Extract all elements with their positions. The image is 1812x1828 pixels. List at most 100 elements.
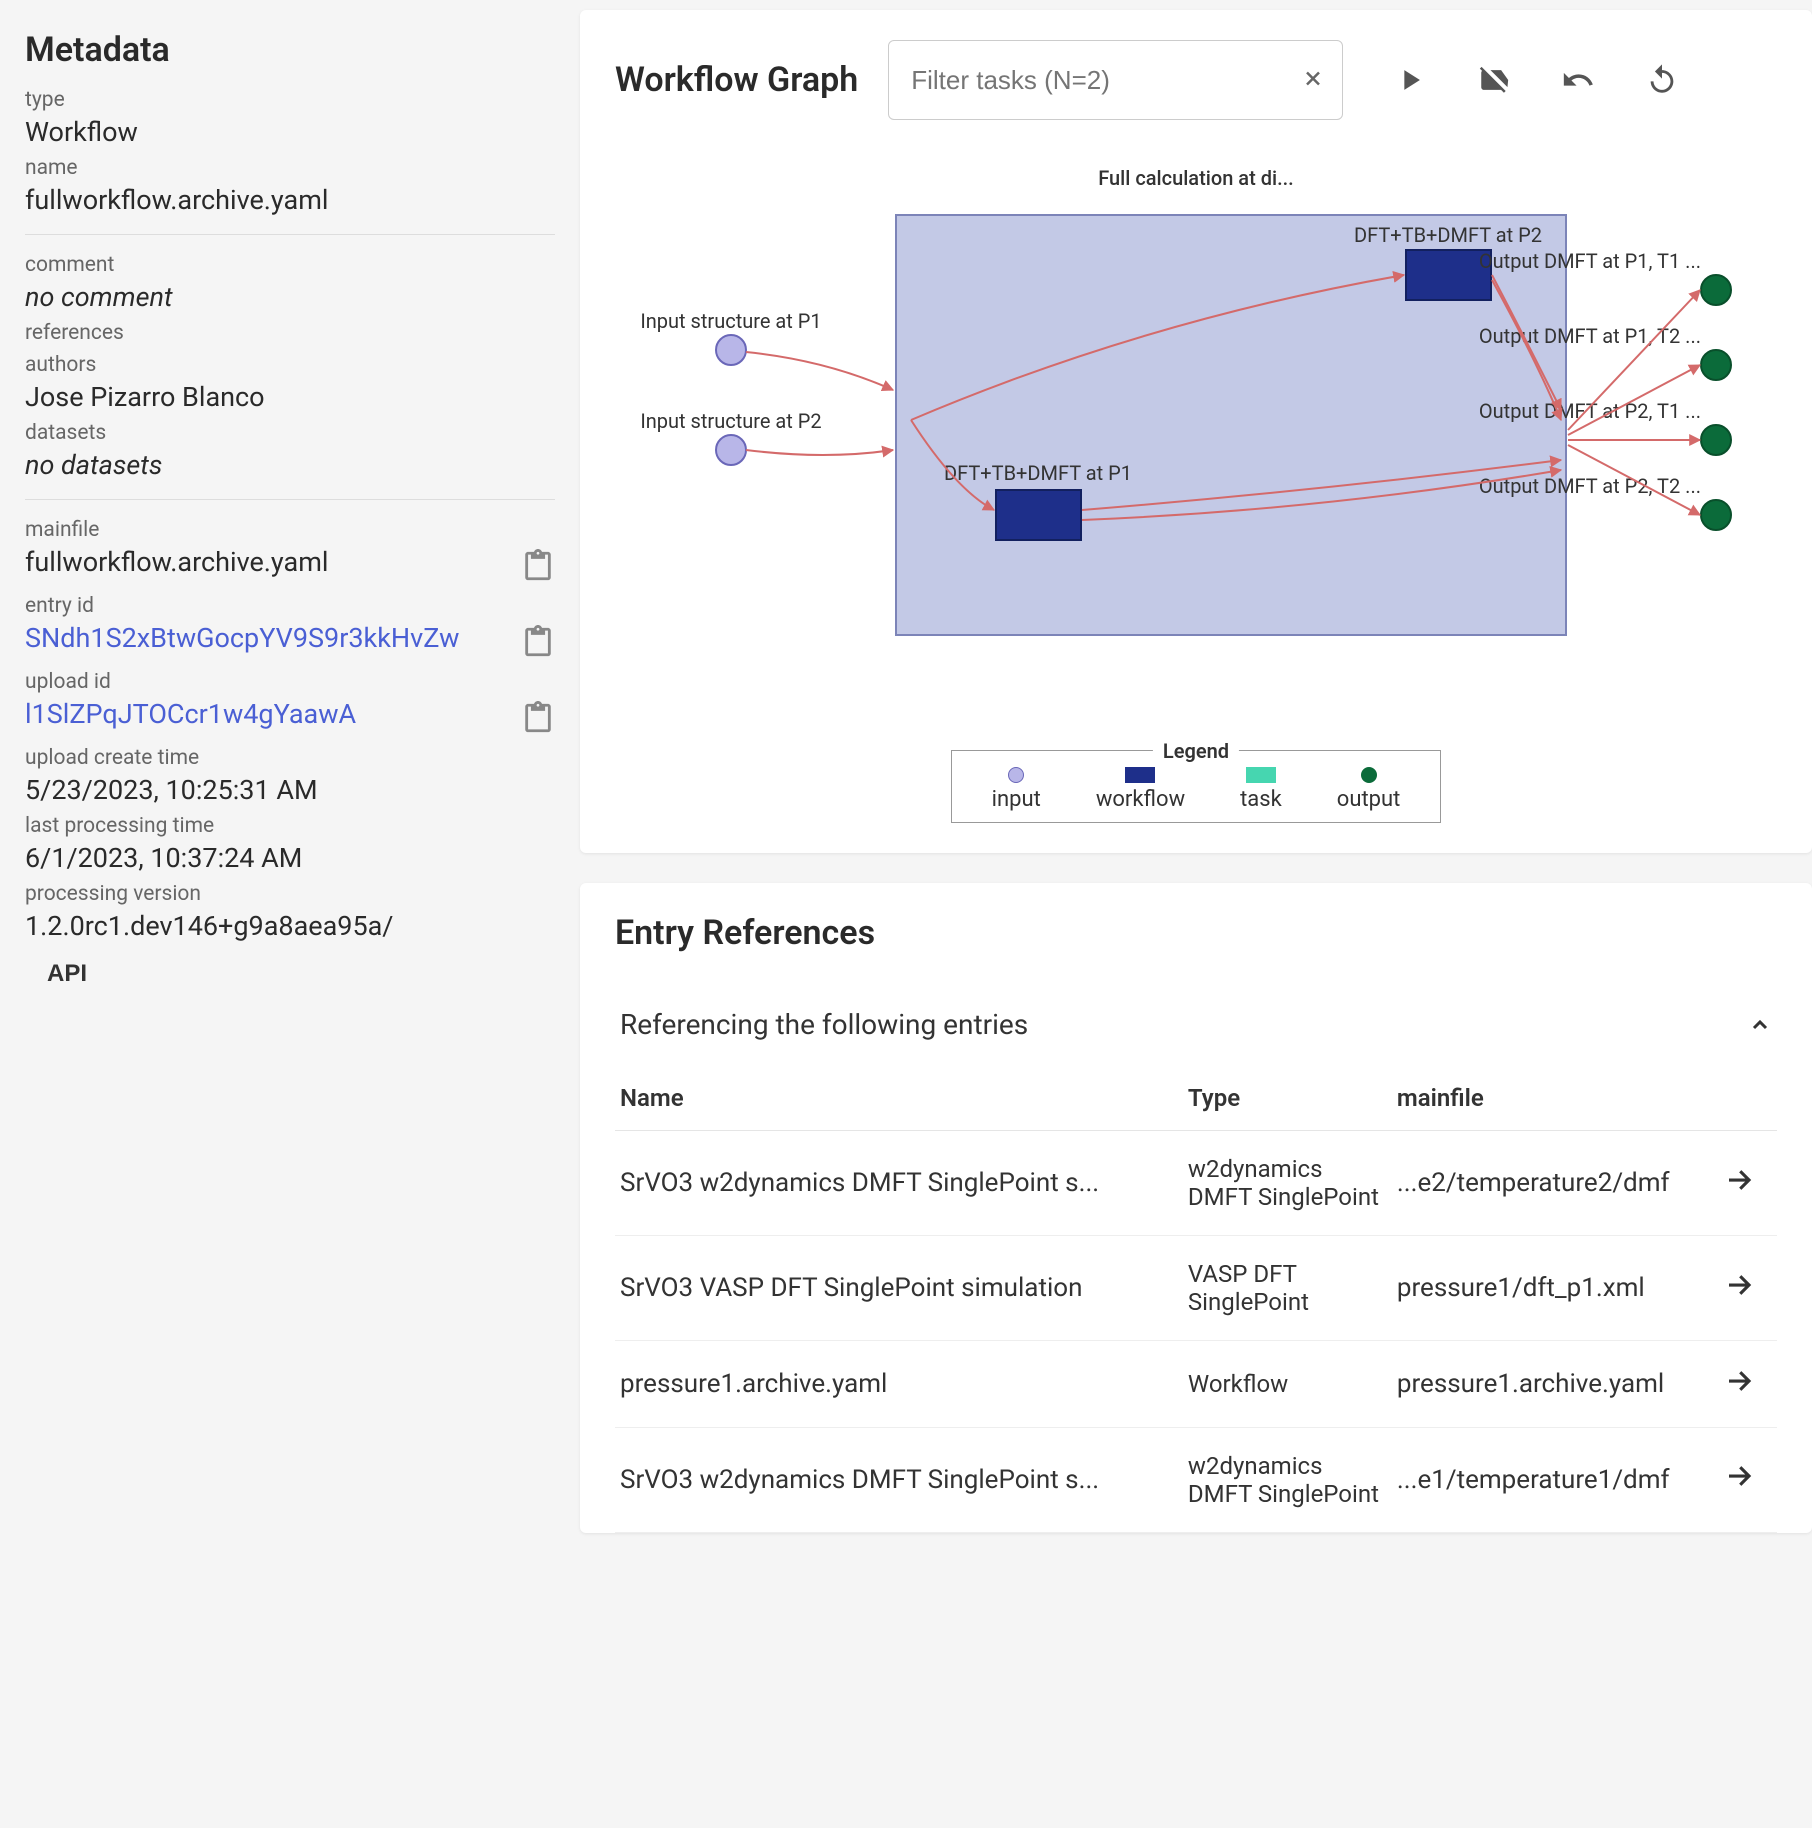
ref-name: pressure1.archive.yaml — [615, 1341, 1183, 1428]
play-button[interactable] — [1393, 63, 1427, 97]
output-node-4[interactable] — [1701, 500, 1731, 530]
ref-type: w2dynamics DMFT SinglePoint — [1183, 1131, 1392, 1236]
name-label: name — [25, 156, 555, 180]
ref-type: VASP DFT SinglePoint — [1183, 1236, 1392, 1341]
upload-id-link[interactable]: l1SlZPqJTOCcr1w4gYaawA — [25, 698, 356, 730]
arrow-right-icon — [1724, 1461, 1754, 1491]
legend-workflow-label: workflow — [1096, 787, 1185, 812]
processing-version-label: processing version — [25, 882, 555, 906]
legend-output-label: output — [1337, 787, 1401, 812]
output-node-2[interactable] — [1701, 350, 1731, 380]
graph-caption: Full calculation at di... — [1098, 166, 1294, 190]
input-label-p1: Input structure at P1 — [640, 309, 821, 333]
main-content: Workflow Graph — [580, 0, 1812, 1828]
mainfile-label: mainfile — [25, 518, 555, 542]
output-node-3[interactable] — [1701, 425, 1731, 455]
clipboard-icon[interactable] — [521, 625, 555, 659]
ref-name: SrVO3 w2dynamics DMFT SinglePoint s... — [615, 1131, 1183, 1236]
goto-entry-button[interactable] — [1722, 1164, 1756, 1198]
filter-tasks-input[interactable] — [888, 40, 1343, 120]
last-processing-label: last processing time — [25, 814, 555, 838]
workflow-graph-card: Workflow Graph — [580, 10, 1812, 853]
undo-icon — [1561, 63, 1595, 97]
table-row[interactable]: pressure1.archive.yaml Workflow pressure… — [615, 1341, 1777, 1428]
output-label-2: Output DMFT at P1, T2 ... — [1479, 324, 1701, 348]
arrow-right-icon — [1724, 1366, 1754, 1396]
col-mainfile[interactable]: mainfile — [1392, 1066, 1717, 1131]
label-off-button[interactable] — [1477, 63, 1511, 97]
table-row[interactable]: SrVO3 w2dynamics DMFT SinglePoint s... w… — [615, 1427, 1777, 1532]
metadata-sidebar: Metadata type Workflow name fullworkflow… — [0, 0, 580, 1828]
input-label-p2: Input structure at P2 — [640, 409, 821, 433]
ref-type: w2dynamics DMFT SinglePoint — [1183, 1427, 1392, 1532]
entry-references-card: Entry References Referencing the followi… — [580, 883, 1812, 1533]
type-label: type — [25, 88, 555, 112]
references-section-label: Referencing the following entries — [620, 1008, 1028, 1041]
comment-value: no comment — [25, 281, 555, 313]
entry-references-title: Entry References — [615, 913, 1777, 953]
graph-title: Workflow Graph — [615, 60, 858, 100]
legend-item-output: output — [1337, 767, 1401, 812]
edge — [746, 352, 893, 390]
task-label-p1: DFT+TB+DMFT at P1 — [944, 461, 1132, 485]
legend-task-label: task — [1240, 787, 1282, 812]
reset-button[interactable] — [1645, 63, 1679, 97]
upload-create-label: upload create time — [25, 746, 555, 770]
legend-input-label: input — [992, 787, 1041, 812]
play-icon — [1393, 63, 1427, 97]
output-node-1[interactable] — [1701, 275, 1731, 305]
col-type[interactable]: Type — [1183, 1066, 1392, 1131]
legend-item-task: task — [1240, 767, 1282, 812]
table-row[interactable]: SrVO3 w2dynamics DMFT SinglePoint s... w… — [615, 1131, 1777, 1236]
clipboard-icon[interactable] — [521, 549, 555, 583]
legend-item-workflow: workflow — [1096, 767, 1185, 812]
metadata-title: Metadata — [25, 30, 555, 70]
upload-id-label: upload id — [25, 670, 555, 694]
graph-legend: Legend input workflow task output — [951, 750, 1442, 823]
name-value: fullworkflow.archive.yaml — [25, 184, 555, 216]
edge — [746, 450, 893, 455]
arrow-right-icon — [1724, 1165, 1754, 1195]
type-value: Workflow — [25, 116, 555, 148]
datasets-value: no datasets — [25, 449, 555, 481]
input-node-p1[interactable] — [716, 335, 746, 365]
task-label-p2: DFT+TB+DMFT at P2 — [1354, 223, 1542, 247]
last-processing-value: 6/1/2023, 10:37:24 AM — [25, 842, 555, 874]
entry-id-link[interactable]: SNdh1S2xBtwGocpYV9S9r3kkHvZw — [25, 622, 459, 654]
task-node-p1[interactable] — [996, 490, 1081, 540]
ref-type: Workflow — [1183, 1341, 1392, 1428]
divider — [25, 499, 555, 500]
close-icon — [1301, 67, 1325, 91]
chevron-up-icon — [1748, 1013, 1772, 1037]
workflow-graph-svg[interactable]: Full calculation at di... DFT+TB+DMFT at… — [626, 160, 1766, 720]
output-label-1: Output DMFT at P1, T1 ... — [1479, 249, 1701, 273]
clear-filter-button[interactable] — [1301, 62, 1325, 99]
comment-label: comment — [25, 253, 555, 277]
references-label: references — [25, 321, 555, 345]
goto-entry-button[interactable] — [1722, 1269, 1756, 1303]
api-button[interactable]: API — [25, 950, 109, 998]
ref-mainfile: pressure1.archive.yaml — [1392, 1341, 1717, 1428]
ref-mainfile: ...e1/temperature1/dmf — [1392, 1427, 1717, 1532]
ref-name: SrVO3 w2dynamics DMFT SinglePoint s... — [615, 1427, 1183, 1532]
divider — [25, 234, 555, 235]
processing-version-value: 1.2.0rc1.dev146+g9a8aea95a/ — [25, 910, 555, 942]
legend-item-input: input — [992, 767, 1041, 812]
reset-icon — [1645, 63, 1679, 97]
ref-mainfile: pressure1/dft_p1.xml — [1392, 1236, 1717, 1341]
clipboard-icon[interactable] — [521, 701, 555, 735]
col-name[interactable]: Name — [615, 1066, 1183, 1131]
table-row[interactable]: SrVO3 VASP DFT SinglePoint simulation VA… — [615, 1236, 1777, 1341]
upload-create-value: 5/23/2023, 10:25:31 AM — [25, 774, 555, 806]
output-label-3: Output DMFT at P2, T1 ... — [1479, 399, 1701, 423]
mainfile-value: fullworkflow.archive.yaml — [25, 546, 328, 578]
arrow-right-icon — [1724, 1270, 1754, 1300]
legend-title: Legend — [1153, 739, 1239, 763]
references-section-header[interactable]: Referencing the following entries — [615, 993, 1777, 1066]
undo-button[interactable] — [1561, 63, 1595, 97]
authors-label: authors — [25, 353, 555, 377]
goto-entry-button[interactable] — [1722, 1461, 1756, 1495]
input-node-p2[interactable] — [716, 435, 746, 465]
goto-entry-button[interactable] — [1722, 1365, 1756, 1399]
entry-id-label: entry id — [25, 594, 555, 618]
